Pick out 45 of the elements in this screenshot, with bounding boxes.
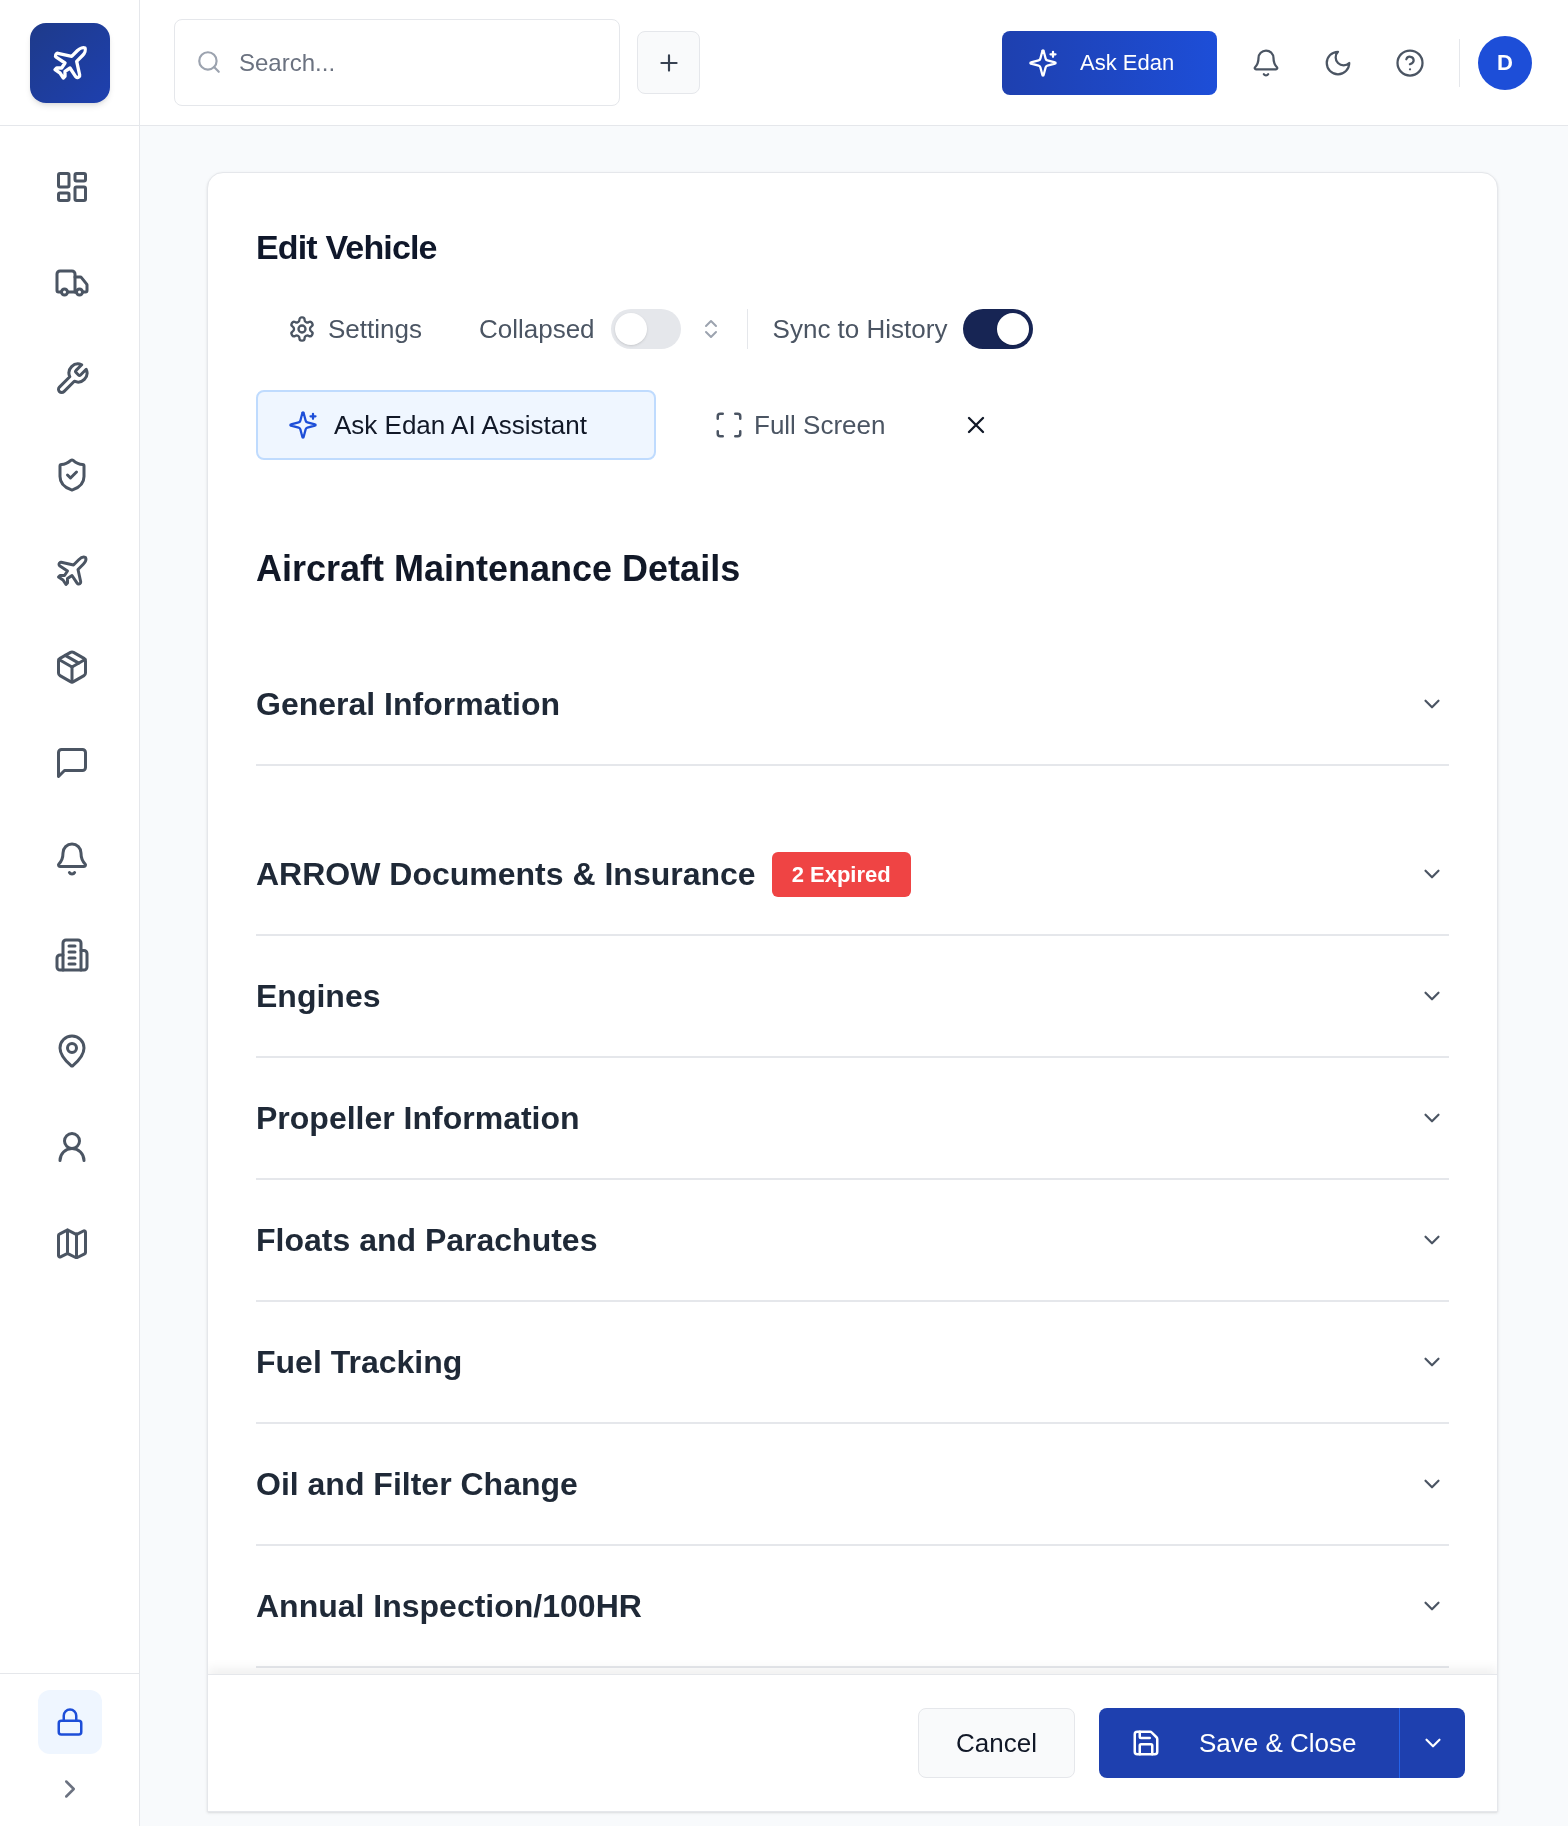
section-title: ARROW Documents & Insurance xyxy=(256,855,756,894)
section-title: Oil and Filter Change xyxy=(256,1465,578,1504)
accordion-section-header[interactable]: General Information xyxy=(256,644,1449,766)
accordion-section-header[interactable]: Annual Inspection/100HR xyxy=(256,1546,1449,1668)
accordion-section-header[interactable]: Propeller Information xyxy=(256,1058,1449,1180)
lock-button[interactable] xyxy=(37,1690,102,1754)
dialog-title: Edit Vehicle xyxy=(256,227,438,268)
accordion-section-header[interactable]: Engines xyxy=(256,936,1449,1058)
help-button[interactable] xyxy=(1395,47,1425,78)
notifications-button[interactable] xyxy=(1251,47,1281,78)
sparkles-icon xyxy=(288,410,318,440)
save-and-close-button[interactable]: Save & Close xyxy=(1099,1708,1399,1778)
building-icon xyxy=(53,937,90,973)
settings-button[interactable]: Settings xyxy=(288,309,422,349)
search-field[interactable]: Search... xyxy=(174,19,620,106)
toggle-switch[interactable] xyxy=(610,309,681,349)
gear-icon xyxy=(288,315,316,343)
toggle-label: Sync to History xyxy=(772,312,948,346)
bell-icon xyxy=(1251,47,1281,78)
fullscreen-icon xyxy=(714,410,744,440)
toggle-switch[interactable] xyxy=(963,309,1034,349)
section-title: Engines xyxy=(256,977,381,1016)
ask-edan-button[interactable]: Ask Edan xyxy=(1002,30,1217,95)
toggle-label: Collapsed xyxy=(478,312,595,346)
help-icon xyxy=(1395,47,1425,78)
section-title: Fuel Tracking xyxy=(256,1343,463,1382)
user-avatar[interactable]: D xyxy=(1478,35,1532,90)
accordion-section-header[interactable]: Fuel Tracking xyxy=(256,1302,1449,1424)
section-title: Annual Inspection/100HR xyxy=(256,1587,642,1626)
ai-assistant-button[interactable]: Ask Edan AI Assistant xyxy=(256,390,656,460)
chevron-right-icon xyxy=(64,1780,75,1798)
save-icon xyxy=(1131,1728,1161,1758)
cancel-button[interactable]: Cancel xyxy=(918,1708,1075,1778)
accordion-section-header[interactable]: Floats and Parachutes xyxy=(256,1180,1449,1302)
app-logo[interactable] xyxy=(29,22,110,103)
search-icon xyxy=(196,49,222,75)
sparkles-icon xyxy=(1028,47,1058,78)
section-title: General Information xyxy=(256,685,561,724)
section-title: Propeller Information xyxy=(256,1099,580,1138)
accordion-section-header[interactable]: ARROW Documents & Insurance 2 Expired xyxy=(256,814,1449,936)
expired-badge: 2 Expired xyxy=(771,851,911,897)
accordion-section-header[interactable]: Oil and Filter Change xyxy=(256,1424,1449,1546)
full-screen-button[interactable]: Full Screen xyxy=(714,405,886,445)
section-title: Floats and Parachutes xyxy=(256,1221,598,1260)
form-title: Aircraft Maintenance Details xyxy=(256,547,742,591)
